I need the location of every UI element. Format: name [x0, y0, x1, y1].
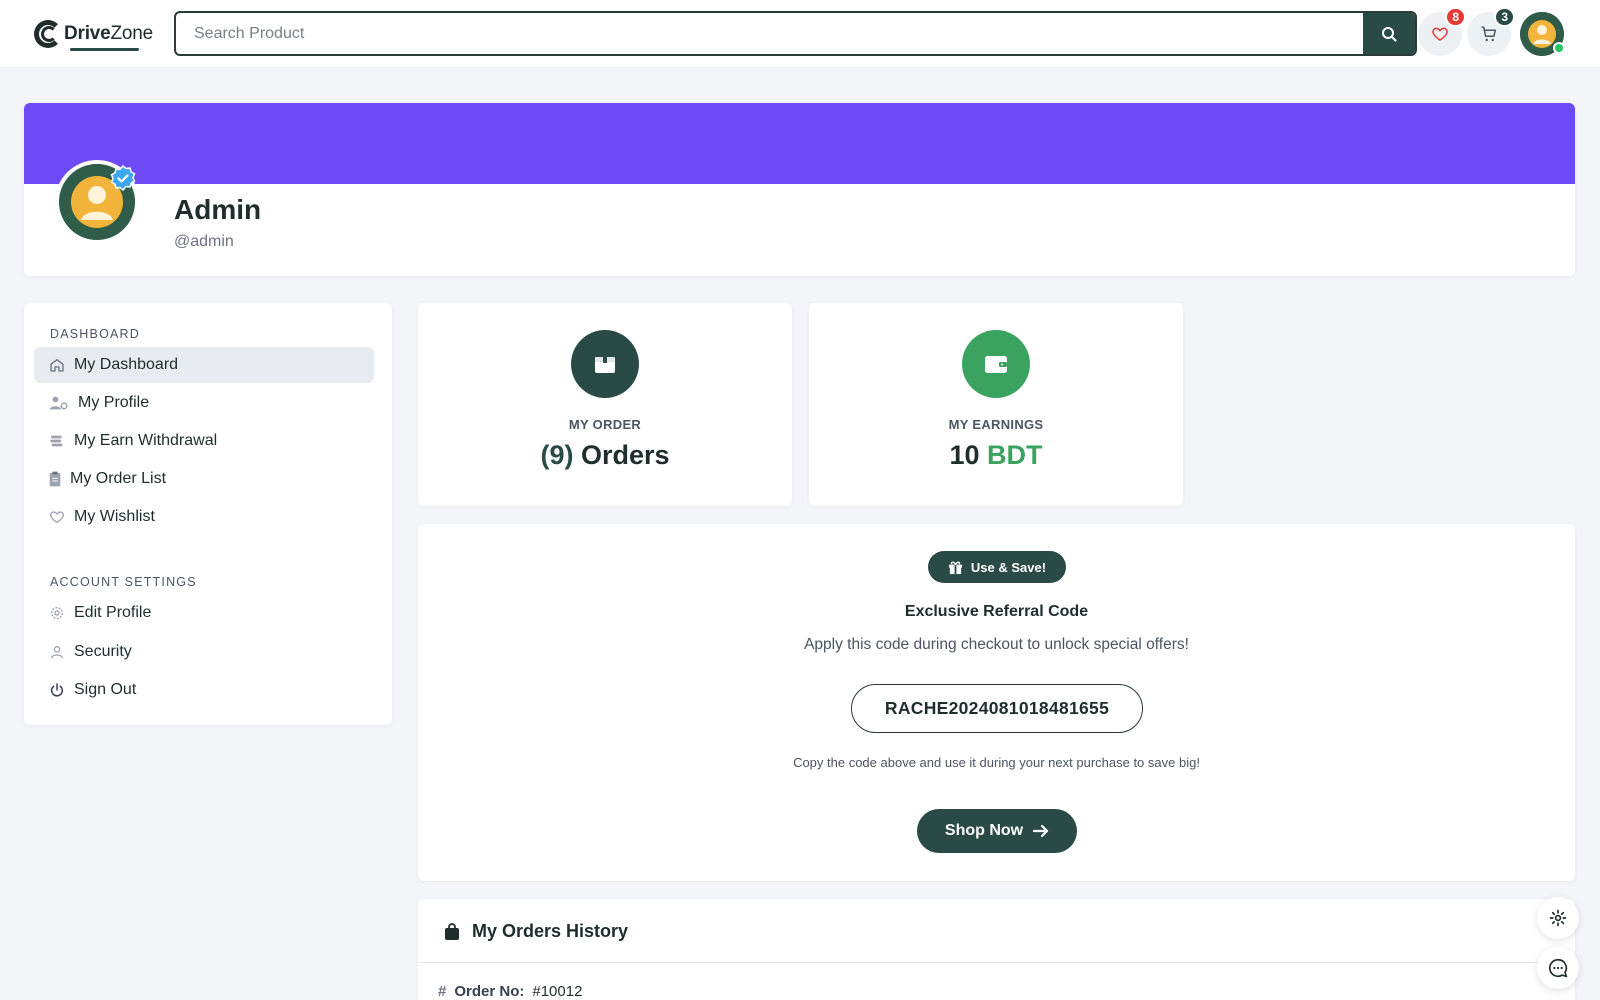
dashboard-sidebar: DASHBOARD My Dashboard My Profile My Ear… — [24, 303, 392, 725]
user-cog-icon — [49, 396, 68, 410]
earnings-amount: 10 — [949, 440, 980, 470]
wishlist-count-badge: 8 — [1445, 7, 1466, 27]
my-order-card[interactable]: MY ORDER (9) Orders — [418, 303, 792, 506]
sidebar-item-my-profile[interactable]: My Profile — [34, 385, 374, 421]
profile-cover — [24, 103, 1575, 184]
order-count: (9) — [540, 440, 574, 470]
sidebar-item-my-dashboard[interactable]: My Dashboard — [34, 347, 374, 383]
use-and-save-pill: Use & Save! — [928, 551, 1066, 583]
search-input[interactable] — [176, 13, 1366, 54]
pill-label: Use & Save! — [970, 559, 1047, 575]
clipboard-icon — [49, 471, 61, 487]
gear-icon — [1549, 909, 1567, 927]
referral-note: Copy the code above and use it during yo… — [793, 755, 1200, 770]
sidebar-heading-dashboard: DASHBOARD — [50, 327, 140, 341]
cart-count-badge: 3 — [1494, 7, 1515, 27]
sidebar-item-my-wishlist[interactable]: My Wishlist — [34, 499, 374, 535]
divider — [418, 962, 1575, 963]
search-icon — [1382, 26, 1397, 41]
sidebar-item-label: My Wishlist — [74, 508, 155, 525]
wallet-icon — [985, 356, 1007, 373]
order-icon-circle — [571, 330, 639, 398]
heart-icon — [50, 511, 64, 524]
gift-icon — [948, 560, 962, 574]
gear-icon — [51, 607, 63, 619]
sidebar-item-label: My Dashboard — [74, 356, 179, 373]
hash-icon: # — [438, 983, 447, 1000]
power-icon — [51, 683, 63, 697]
order-unit: Orders — [580, 440, 670, 470]
referral-code[interactable]: RACHE2024081018481655 — [851, 684, 1143, 733]
referral-title: Exclusive Referral Code — [904, 603, 1089, 620]
sidebar-item-label: My Earn Withdrawal — [74, 432, 218, 449]
sidebar-item-edit-profile[interactable]: Edit Profile — [34, 595, 374, 631]
my-earnings-label: MY EARNINGS — [948, 417, 1044, 432]
order-number-row[interactable]: # Order No: #10012 — [438, 983, 582, 1000]
cart-button[interactable]: 3 — [1467, 7, 1515, 56]
cart-icon — [1481, 26, 1497, 42]
profile-name: Admin — [174, 194, 262, 225]
profile-handle: @admin — [174, 233, 234, 250]
search-button[interactable] — [1363, 13, 1415, 54]
sidebar-heading-account-settings: ACCOUNT SETTINGS — [50, 575, 197, 589]
shopping-bag-icon — [445, 922, 459, 940]
top-navbar: DriveZone 8 3 — [0, 0, 1600, 68]
home-icon — [50, 359, 64, 372]
drivezone-logo[interactable]: DriveZone — [32, 16, 153, 52]
sidebar-item-label: Security — [74, 643, 132, 660]
verified-badge-icon — [110, 165, 136, 191]
my-earnings-value: 10 BDT — [809, 440, 1183, 471]
user-icon — [51, 646, 63, 659]
my-order-label: MY ORDER — [568, 417, 642, 432]
sidebar-item-label: My Order List — [70, 470, 167, 487]
order-no-label: Order No: — [454, 983, 525, 1000]
sidebar-item-my-order-list[interactable]: My Order List — [34, 461, 374, 497]
chat-float-button[interactable] — [1537, 947, 1579, 989]
user-avatar-button[interactable] — [1520, 12, 1565, 56]
wishlist-button[interactable]: 8 — [1418, 7, 1466, 56]
sidebar-item-sign-out[interactable]: Sign Out — [34, 672, 374, 708]
settings-float-button[interactable] — [1537, 897, 1579, 939]
my-order-value: (9) Orders — [418, 440, 792, 471]
referral-subtitle: Apply this code during checkout to unloc… — [804, 636, 1189, 653]
earnings-currency: BDT — [987, 440, 1043, 470]
orders-history-title: My Orders History — [472, 921, 629, 941]
online-status-dot — [1553, 42, 1565, 54]
sidebar-item-security[interactable]: Security — [34, 634, 374, 670]
orders-history-card: My Orders History # Order No: #10012 — [418, 899, 1575, 1000]
box-icon — [595, 357, 615, 373]
my-earnings-card[interactable]: MY EARNINGS 10 BDT — [809, 303, 1183, 506]
shop-now-button[interactable]: Shop Now — [917, 809, 1077, 853]
coins-icon — [50, 435, 63, 447]
logo-mark-icon — [32, 17, 62, 51]
order-no-value: #10012 — [532, 983, 583, 1000]
sidebar-item-label: Sign Out — [74, 681, 137, 698]
shop-now-label: Shop Now — [944, 822, 1024, 839]
sidebar-item-label: Edit Profile — [74, 604, 152, 621]
referral-code-card: Use & Save! Exclusive Referral Code Appl… — [418, 524, 1575, 881]
search-bar — [174, 11, 1417, 56]
sidebar-item-label: My Profile — [78, 394, 150, 411]
arrow-right-icon — [1033, 824, 1049, 838]
chat-icon — [1548, 958, 1568, 978]
profile-header-card: Admin @admin — [24, 103, 1575, 276]
heart-icon — [1432, 27, 1448, 41]
earnings-icon-circle — [962, 330, 1030, 398]
logo-text: DriveZone — [64, 23, 154, 51]
sidebar-item-my-earn-withdrawal[interactable]: My Earn Withdrawal — [34, 423, 374, 459]
orders-history-header: My Orders History — [444, 921, 628, 942]
